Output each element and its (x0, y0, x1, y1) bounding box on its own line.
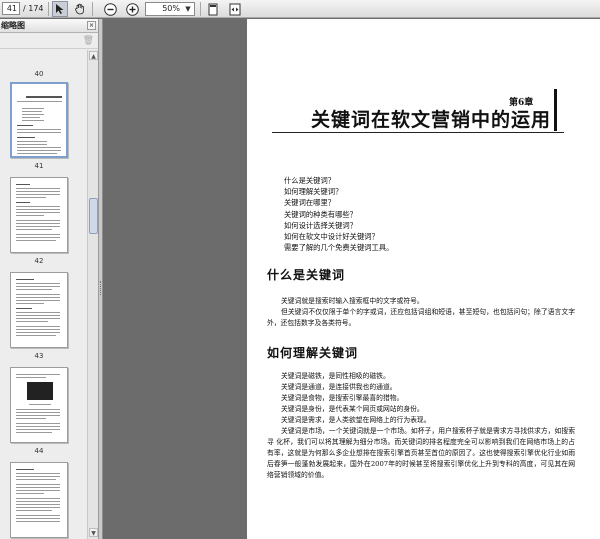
section-heading: 如何理解关键词 (267, 346, 359, 360)
text-line: 关键词是磁铁，是同性相吸的磁铁。 (281, 372, 390, 380)
fit-width-icon[interactable] (227, 1, 243, 17)
line-list: 关键词是磁铁，是同性相吸的磁铁。 关键词是通道，是连接供我也的通道。 关键词是食… (267, 371, 575, 426)
panel-header: 缩略图 × (0, 19, 98, 33)
toolbar: 41 / 174 50% ▼ (0, 0, 600, 18)
toolbar-separator (92, 2, 93, 16)
text-line: 关键词是需求，是人类欲望在网络上的行为表现。 (281, 416, 431, 424)
question-item: 关键词的种类有哪些？ (284, 209, 357, 219)
trash-icon[interactable]: 🗑 (83, 36, 94, 46)
thumbnail-list: 40 41 42 43 44 (0, 50, 86, 539)
question-list: 什么是关键词？ 如何理解关键词？ 关键词在哪里？ 关键词的种类有哪些？ 如何设计… (284, 175, 393, 253)
scrollbar-thumb[interactable] (89, 198, 98, 234)
fit-page-icon[interactable] (205, 1, 221, 17)
thumbnail-label: 44 (34, 447, 44, 455)
question-item: 如何设计选择关键词？ (284, 220, 357, 230)
paragraph: 关键词就是搜索时输入搜索框中的文字或符号。 (281, 297, 424, 305)
zoom-level-value: 50% (162, 4, 180, 13)
text-line: 关键词是食物，是搜索引擎最喜的猎物。 (281, 394, 404, 402)
section-heading: 什么是关键词 (267, 268, 346, 282)
thumbnail-page-43[interactable] (10, 272, 68, 348)
chapter-bar (554, 89, 557, 131)
thumbnail-page-44[interactable] (10, 367, 68, 443)
thumbnail-label: 40 (34, 70, 44, 78)
select-tool-icon[interactable] (52, 1, 68, 17)
thumbnails-panel: 缩略图 × 🗑 40 41 42 43 44 ▲ ▼ (0, 19, 99, 539)
panel-title: 缩略图 (1, 21, 25, 30)
chapter-title: 关键词在软文营销中的运用 (310, 109, 551, 131)
scroll-down-icon[interactable]: ▼ (89, 528, 98, 537)
thumbnail-label: 41 (34, 162, 44, 170)
thumbnail-page-42[interactable] (10, 177, 68, 253)
question-item: 关键词在哪里？ (284, 198, 336, 208)
zoom-in-icon[interactable] (124, 1, 140, 17)
splitter-grip-icon[interactable] (100, 281, 102, 295)
thumbnail-page-45[interactable] (10, 462, 68, 538)
paragraph: 关键词是市场，一个关键词就是一个市场。如杯子，用户搜索杯子就是需求方寻找供求方，… (267, 427, 575, 479)
paragraph: 但关键词不仅仅限于单个的字或词，还应包括词组和短语，甚至短句，也包括问句；除了语… (267, 308, 575, 327)
toolbar-separator (48, 2, 49, 16)
document-page: 第6章 关键词在软文营销中的运用 什么是关键词？ 如何理解关键词？ 关键词在哪里… (247, 19, 600, 539)
panel-options-bar: 🗑 (0, 33, 98, 49)
question-item: 什么是关键词？ (284, 176, 336, 185)
question-item: 如何在软文中设计好关键词？ (284, 232, 379, 242)
toolbar-separator (200, 2, 201, 16)
question-item: 需要了解的几个免费关键词工具。 (284, 243, 394, 253)
close-icon[interactable]: × (87, 21, 96, 30)
chapter-rule (272, 132, 564, 133)
scroll-up-icon[interactable]: ▲ (89, 51, 98, 60)
thumbnail-scrollbar[interactable]: ▲ ▼ (87, 50, 98, 539)
thumbnail-page-41[interactable] (10, 82, 68, 158)
zoom-out-icon[interactable] (102, 1, 118, 17)
text-line: 关键词是身份，是代表某个网页或网站的身份。 (281, 405, 424, 413)
thumbnail-label: 43 (34, 352, 44, 360)
page-number-input[interactable]: 41 (2, 2, 20, 15)
hand-tool-icon[interactable] (72, 1, 88, 17)
chevron-down-icon[interactable]: ▼ (183, 4, 193, 14)
question-item: 如何理解关键词？ (284, 187, 343, 197)
total-pages-label: / 174 (23, 4, 44, 13)
panel-splitter[interactable] (99, 19, 103, 539)
zoom-level-select[interactable]: 50% ▼ (145, 2, 195, 16)
thumbnail-label: 42 (34, 257, 44, 265)
document-viewport[interactable]: 第6章 关键词在软文营销中的运用 什么是关键词？ 如何理解关键词？ 关键词在哪里… (104, 19, 600, 539)
text-line: 关键词是通道，是连接供我也的通道。 (281, 383, 397, 391)
